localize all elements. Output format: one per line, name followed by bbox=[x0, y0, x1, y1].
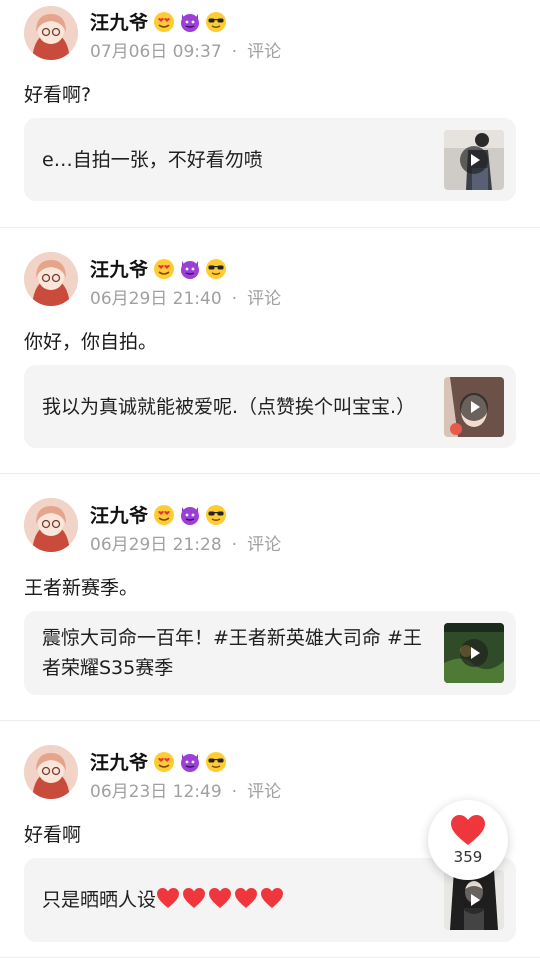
red-heart-emoji bbox=[235, 888, 258, 908]
play-icon[interactable] bbox=[460, 639, 488, 667]
red-heart-emoji bbox=[261, 888, 284, 908]
post-meta: 07月06日 09:37 · 评论 bbox=[90, 37, 281, 62]
red-heart-emoji bbox=[209, 888, 232, 908]
post-meta: 06月23日 12:49 · 评论 bbox=[90, 777, 281, 802]
avatar[interactable] bbox=[24, 6, 78, 60]
author-name[interactable]: 汪九爷 bbox=[90, 8, 149, 35]
post-text: 王者新赛季。 bbox=[24, 577, 139, 599]
author-name[interactable]: 汪九爷 bbox=[90, 501, 149, 528]
video-title: 我以为真诚就能被爱呢.（点赞挨个叫宝宝.） bbox=[42, 395, 416, 418]
post-text: 好看啊? bbox=[24, 84, 92, 106]
post-text: 好看啊 bbox=[24, 824, 82, 846]
heart-icon bbox=[451, 815, 485, 845]
hearts-emoji-row bbox=[156, 888, 286, 911]
avatar[interactable] bbox=[24, 498, 78, 552]
post[interactable]: 汪九爷 07月06日 09:37 · 评论 好看啊? e…自拍一张，不好看勿喷 bbox=[0, 0, 540, 228]
comment-link[interactable]: 评论 bbox=[247, 782, 281, 802]
devil-emoji bbox=[180, 753, 199, 772]
play-icon[interactable] bbox=[460, 145, 488, 174]
video-title: 震惊大司命一百年！#王者新英雄大司命 #王者荣耀S35赛季 bbox=[42, 627, 422, 679]
sunglasses-emoji bbox=[205, 258, 226, 279]
comment-link[interactable]: 评论 bbox=[247, 289, 281, 309]
play-icon[interactable] bbox=[460, 392, 488, 421]
video-title: 只是晒晒人设 bbox=[42, 885, 432, 915]
post-date: 06月29日 21:40 bbox=[90, 289, 222, 309]
separator: · bbox=[231, 289, 238, 309]
avatar[interactable] bbox=[24, 252, 78, 306]
play-icon[interactable] bbox=[460, 886, 488, 914]
video-card[interactable]: e…自拍一张，不好看勿喷 bbox=[24, 118, 516, 201]
post-meta: 06月29日 21:40 · 评论 bbox=[90, 284, 281, 309]
red-heart-emoji bbox=[183, 888, 206, 908]
post-date: 07月06日 09:37 bbox=[90, 42, 222, 62]
heart-eyes-emoji bbox=[153, 11, 174, 32]
sunglasses-emoji bbox=[205, 11, 226, 32]
comment-link[interactable]: 评论 bbox=[247, 535, 281, 555]
devil-emoji bbox=[180, 13, 199, 32]
author-name[interactable]: 汪九爷 bbox=[90, 255, 149, 282]
separator: · bbox=[231, 42, 238, 62]
post[interactable]: 汪九爷 06月29日 21:28 · 评论 王者新赛季。 震惊大司命一百年！#王者新… bbox=[0, 474, 540, 721]
devil-emoji bbox=[180, 506, 199, 525]
avatar[interactable] bbox=[24, 745, 78, 799]
separator: · bbox=[231, 782, 238, 802]
video-title: e…自拍一张，不好看勿喷 bbox=[42, 148, 263, 171]
sunglasses-emoji bbox=[205, 504, 226, 525]
post-date: 06月23日 12:49 bbox=[90, 782, 222, 802]
post[interactable]: 汪九爷 06月29日 21:40 · 评论 你好，你自拍。 我以为真诚就能被爱呢.（… bbox=[0, 228, 540, 474]
like-button[interactable]: 359 bbox=[428, 800, 508, 880]
post-meta: 06月29日 21:28 · 评论 bbox=[90, 530, 281, 555]
red-heart-emoji bbox=[157, 888, 180, 908]
video-thumbnail[interactable] bbox=[444, 129, 504, 190]
comment-link[interactable]: 评论 bbox=[247, 42, 281, 62]
post-date: 06月29日 21:28 bbox=[90, 535, 222, 555]
author-name[interactable]: 汪九爷 bbox=[90, 748, 149, 775]
post-text: 你好，你自拍。 bbox=[24, 331, 158, 353]
video-title-text: 只是晒晒人设 bbox=[42, 889, 157, 911]
heart-eyes-emoji bbox=[153, 504, 174, 525]
sunglasses-emoji bbox=[205, 751, 226, 772]
heart-eyes-emoji bbox=[153, 258, 174, 279]
video-card[interactable]: 震惊大司命一百年！#王者新英雄大司命 #王者荣耀S35赛季 bbox=[24, 611, 516, 695]
like-count: 359 bbox=[453, 848, 483, 866]
video-thumbnail[interactable] bbox=[444, 376, 504, 437]
separator: · bbox=[231, 535, 238, 555]
video-card[interactable]: 我以为真诚就能被爱呢.（点赞挨个叫宝宝.） bbox=[24, 365, 516, 448]
video-thumbnail[interactable] bbox=[444, 623, 504, 683]
devil-emoji bbox=[180, 260, 199, 279]
heart-eyes-emoji bbox=[153, 751, 174, 772]
